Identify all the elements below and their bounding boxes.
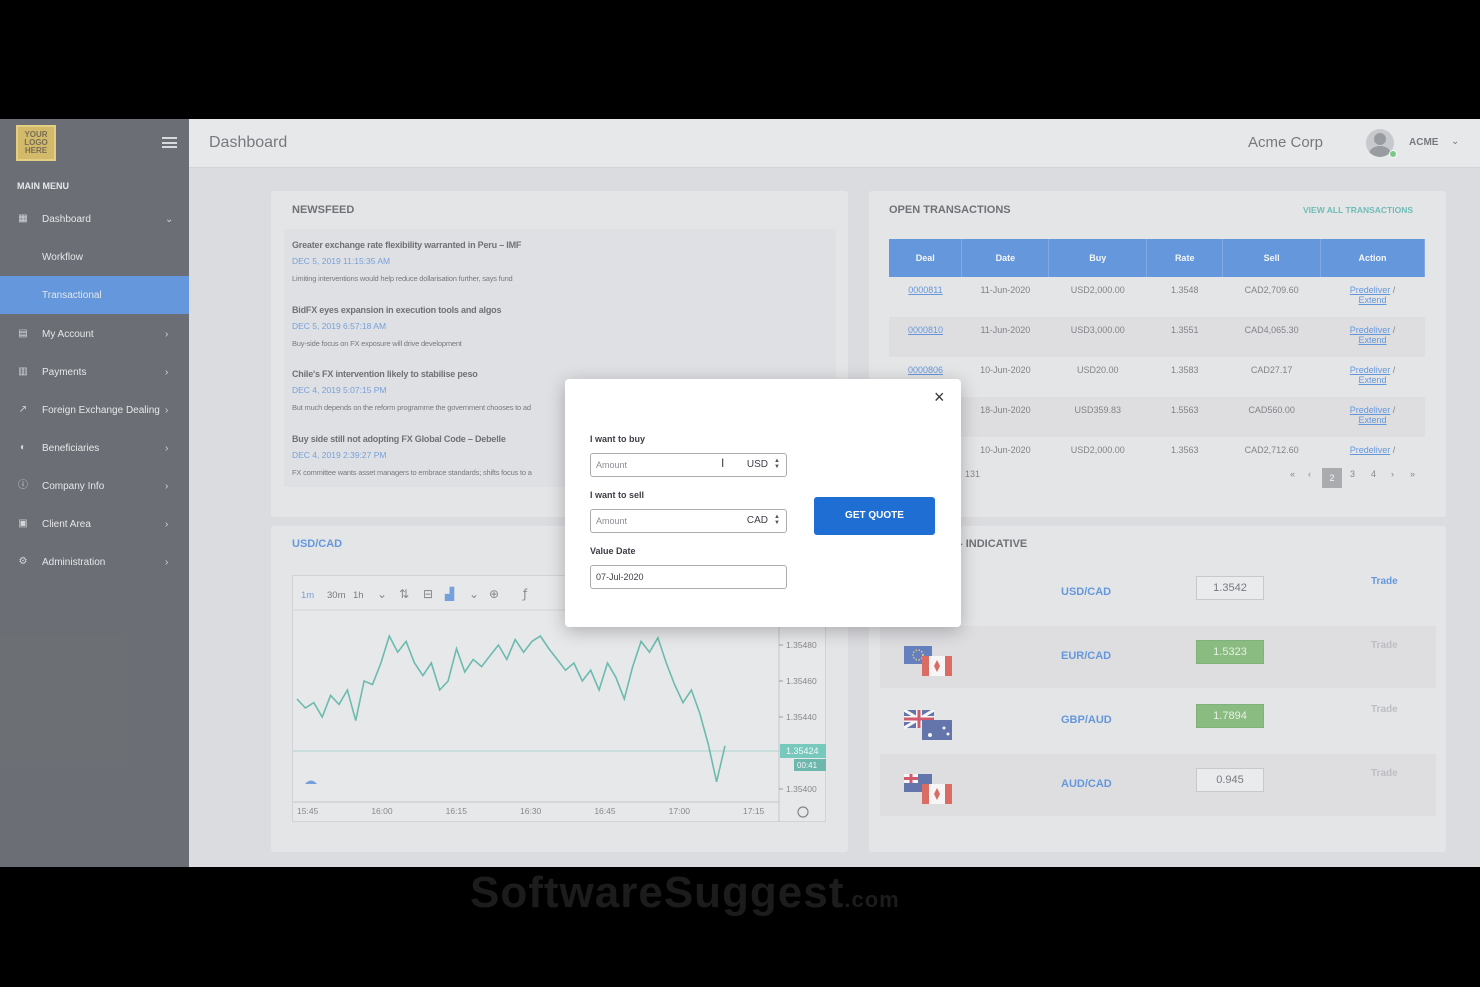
buy-currency-select[interactable]: USD	[747, 454, 768, 476]
sell-amount-placeholder: Amount	[596, 516, 628, 526]
sell-currency-select[interactable]: CAD	[747, 510, 768, 532]
get-quote-button[interactable]: GET QUOTE	[814, 497, 935, 535]
text-cursor-icon: I	[721, 456, 725, 470]
value-date-label: Value Date	[590, 546, 636, 556]
watermark-main: SoftwareSuggest	[470, 868, 845, 917]
watermark-suffix: .com	[844, 887, 900, 912]
close-icon[interactable]: ×	[934, 387, 945, 408]
sell-label: I want to sell	[590, 490, 645, 500]
quote-modal: × I want to buy Amount USD ▲ ▼ I I want t…	[565, 379, 961, 627]
value-date-input[interactable]: 07-Jul-2020	[590, 565, 787, 589]
sell-amount-input[interactable]: Amount CAD ▲ ▼	[590, 509, 787, 533]
buy-amount-input[interactable]: Amount USD ▲ ▼	[590, 453, 787, 477]
buy-label: I want to buy	[590, 434, 645, 444]
app-window: YOUR LOGO HERE MAIN MENU ▦ Dashboard ⌄ W…	[0, 119, 1480, 867]
spinner-icon[interactable]: ▲ ▼	[774, 514, 780, 526]
buy-amount-placeholder: Amount	[596, 460, 628, 470]
spinner-icon[interactable]: ▲ ▼	[774, 458, 780, 470]
watermark: SoftwareSuggest.com	[470, 868, 900, 918]
